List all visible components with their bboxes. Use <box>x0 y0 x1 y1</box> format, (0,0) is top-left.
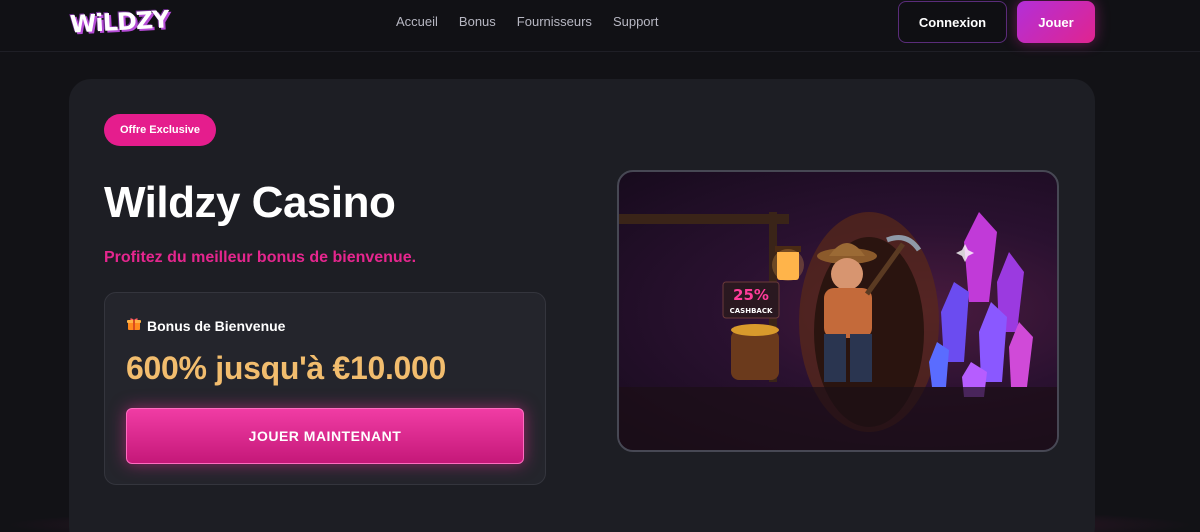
play-button[interactable]: Jouer <box>1017 1 1095 43</box>
bonus-label: Bonus de Bienvenue <box>127 317 285 334</box>
nav-link-support[interactable]: Support <box>613 14 659 29</box>
cashback-text: CASHBACK <box>730 307 773 315</box>
cashback-sign: 25% CASHBACK <box>722 281 780 319</box>
nav-link-fournisseurs[interactable]: Fournisseurs <box>517 14 592 29</box>
page-title: Wildzy Casino <box>104 178 396 227</box>
nav-link-accueil[interactable]: Accueil <box>396 14 438 29</box>
wildzy-logo[interactable]: WiLDZY <box>69 5 169 40</box>
hero-subtitle: Profitez du meilleur bonus de bienvenue. <box>104 249 417 266</box>
crystal-cluster <box>929 212 1033 397</box>
bonus-amount: 600% jusqu'à €10.000 <box>126 350 447 386</box>
gift-icon <box>127 317 141 334</box>
exclusive-offer-badge: Offre Exclusive <box>104 114 216 146</box>
play-now-button[interactable]: JOUER MAINTENANT <box>126 408 524 464</box>
login-button[interactable]: Connexion <box>898 1 1007 43</box>
top-navbar: WiLDZY Accueil Bonus Fournisseurs Suppor… <box>0 0 1200 52</box>
cashback-percent: 25% <box>733 286 769 304</box>
main-nav: Accueil Bonus Fournisseurs Support <box>396 14 658 29</box>
nav-link-bonus[interactable]: Bonus <box>459 14 496 29</box>
bonus-label-text: Bonus de Bienvenue <box>147 317 286 334</box>
miner-artwork: 25% CASHBACK <box>617 170 1059 452</box>
